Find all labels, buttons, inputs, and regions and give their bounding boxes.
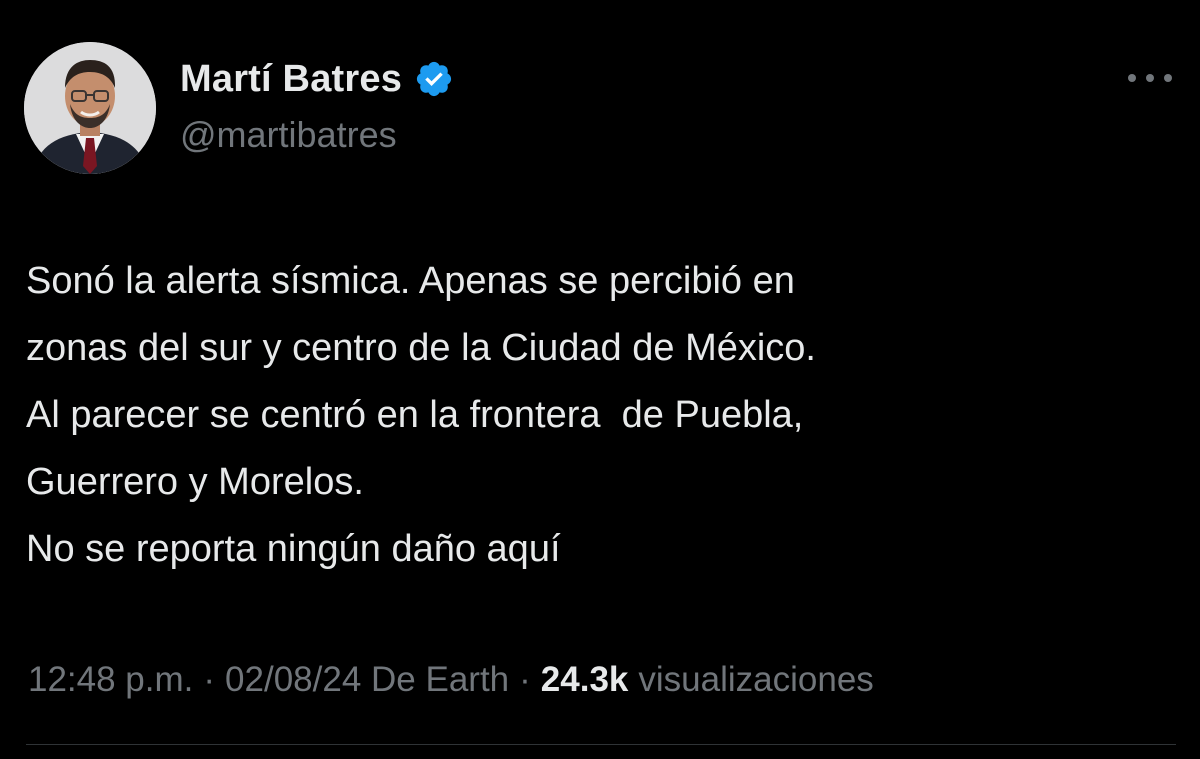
tweet-text-line: Sonó la alerta sísmica. Apenas se percib… xyxy=(26,260,795,302)
author-handle[interactable]: @martibatres xyxy=(180,114,397,156)
tweet-text-line: zonas del sur y centro de la Ciudad de M… xyxy=(26,327,816,369)
avatar-photo xyxy=(24,42,156,174)
tweet-text-line: Guerrero y Morelos. xyxy=(26,461,364,503)
tweet-text: Sonó la alerta sísmica. Apenas se percib… xyxy=(26,248,1176,583)
meta-separator: · xyxy=(519,660,531,699)
author-avatar[interactable] xyxy=(24,42,156,174)
verified-badge-icon xyxy=(414,59,454,99)
meta-separator: · xyxy=(203,660,216,699)
more-options-button[interactable] xyxy=(1120,60,1180,96)
views-count[interactable]: 24.3k xyxy=(541,660,629,700)
views-label[interactable]: visualizaciones xyxy=(638,660,873,700)
author-name-row: Martí Batres xyxy=(180,54,454,104)
tweet-date-source[interactable]: 02/08/24 De Earth xyxy=(225,660,509,700)
tweet-text-line: Al parecer se centró en la frontera de P… xyxy=(26,394,804,436)
divider xyxy=(26,744,1176,745)
tweet-meta: 12:48 p.m. · 02/08/24 De Earth · 24.3k v… xyxy=(28,660,874,700)
tweet-text-line: No se reporta ningún daño aquí xyxy=(26,528,561,570)
author-display-name[interactable]: Martí Batres xyxy=(180,58,402,101)
tweet-card[interactable]: Martí Batres @martibatres Sonó la alerta… xyxy=(0,0,1200,759)
tweet-time[interactable]: 12:48 p.m. xyxy=(28,660,193,700)
more-options-icon xyxy=(1128,74,1172,82)
